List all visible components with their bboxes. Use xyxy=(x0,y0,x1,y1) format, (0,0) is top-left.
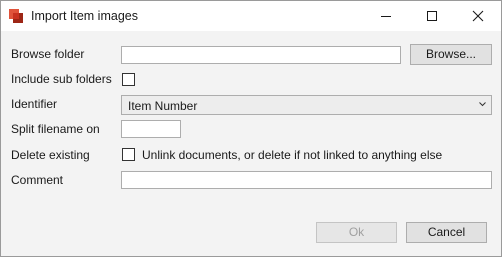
include-sub-folders-checkbox[interactable] xyxy=(122,73,135,86)
window-title: Import Item images xyxy=(31,9,138,23)
comment-input[interactable] xyxy=(121,171,492,189)
chevron-down-icon xyxy=(479,102,486,107)
cancel-button[interactable]: Cancel xyxy=(406,222,487,243)
import-item-images-dialog: Import Item images Browse folder Browse.… xyxy=(0,0,502,257)
close-button[interactable] xyxy=(455,1,501,31)
title-bar[interactable]: Import Item images xyxy=(1,1,501,31)
ok-button[interactable]: Ok xyxy=(316,222,397,243)
delete-existing-checkbox[interactable] xyxy=(122,148,135,161)
minimize-button[interactable] xyxy=(363,1,409,31)
maximize-icon xyxy=(427,11,437,21)
delete-existing-label: Delete existing xyxy=(11,148,90,162)
browse-folder-input[interactable] xyxy=(121,46,401,64)
browse-button[interactable]: Browse... xyxy=(410,44,492,65)
browse-folder-label: Browse folder xyxy=(11,47,85,61)
close-icon xyxy=(472,10,484,22)
split-filename-label: Split filename on xyxy=(11,122,100,136)
identifier-label: Identifier xyxy=(11,97,58,111)
include-sub-folders-label: Include sub folders xyxy=(11,72,112,86)
minimize-icon xyxy=(381,16,391,17)
identifier-dropdown[interactable]: Item Number xyxy=(121,95,492,115)
maximize-button[interactable] xyxy=(409,1,455,31)
comment-label: Comment xyxy=(11,173,64,187)
import-images-icon xyxy=(9,9,23,23)
identifier-selected-value: Item Number xyxy=(128,99,198,113)
split-filename-input[interactable] xyxy=(121,120,181,138)
delete-existing-option-text[interactable]: Unlink documents, or delete if not linke… xyxy=(142,148,442,162)
